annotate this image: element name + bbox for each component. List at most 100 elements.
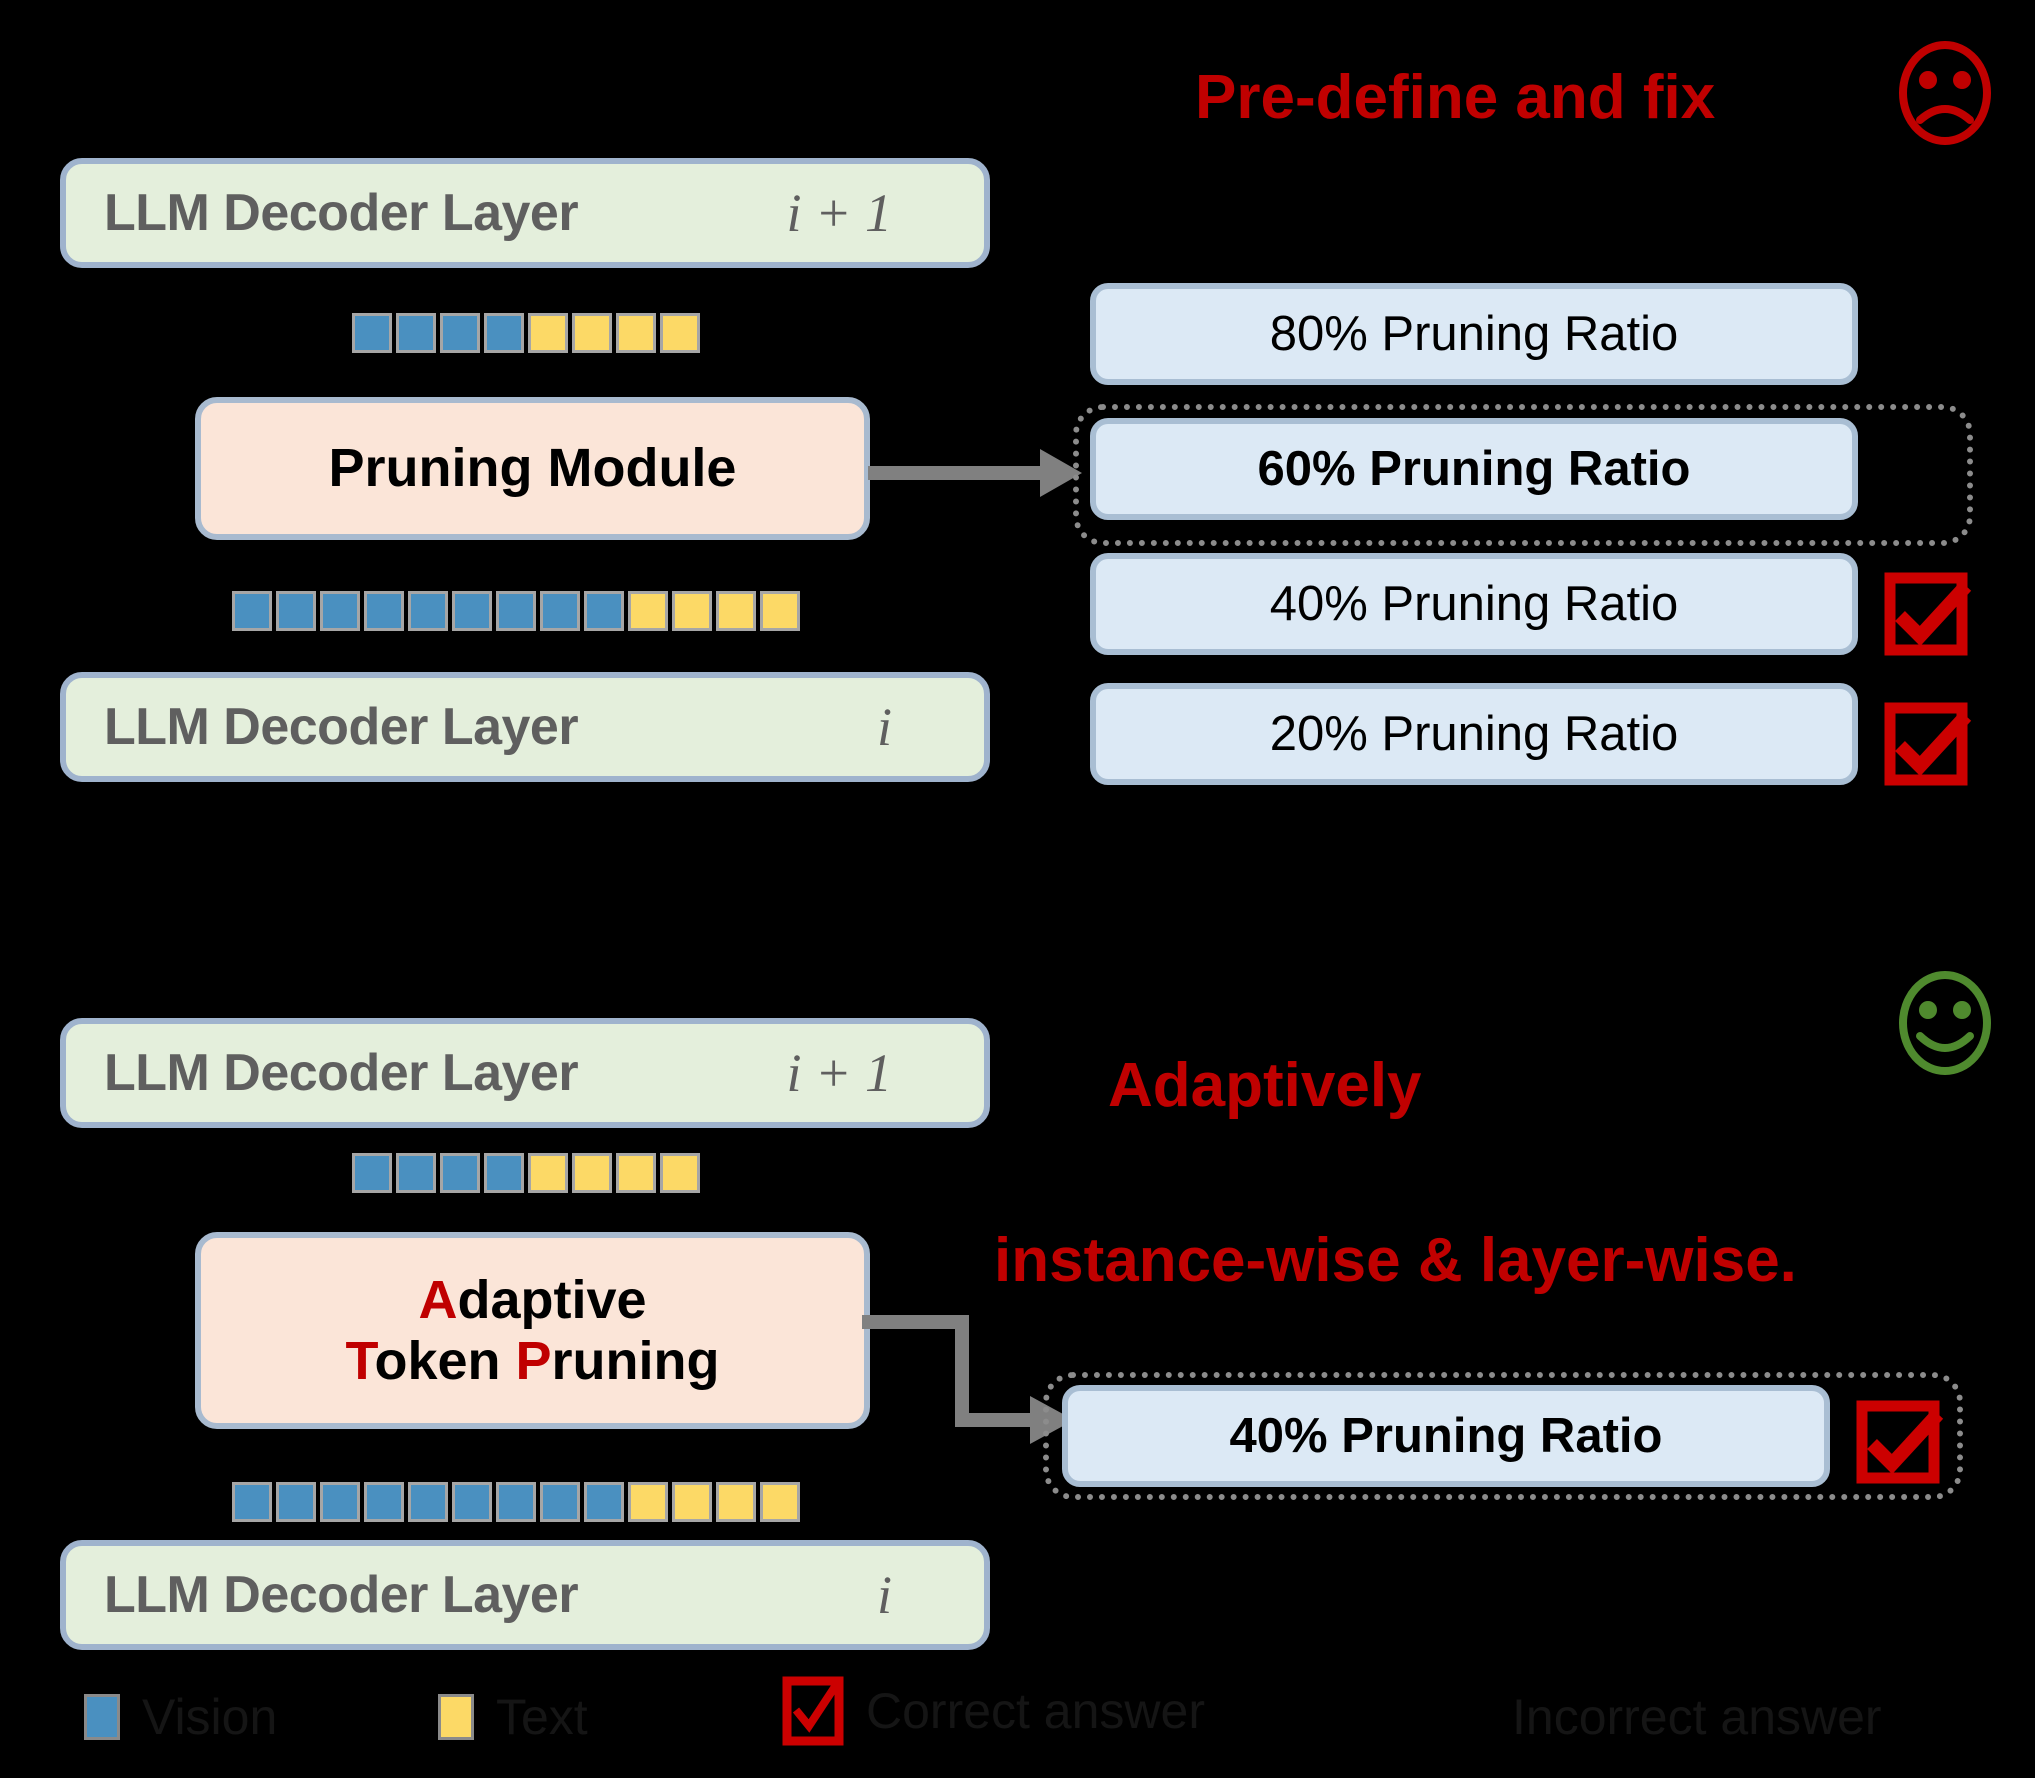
bottom-token-row-lower xyxy=(232,1482,800,1522)
ratio-label: 80% Pruning Ratio xyxy=(1269,307,1679,361)
ratio-label: 20% Pruning Ratio xyxy=(1269,707,1679,761)
vision-token xyxy=(540,591,580,631)
text-token xyxy=(660,313,700,353)
text-token xyxy=(760,591,800,631)
decoder-layer-label: LLM Decoder Layer xyxy=(104,1044,579,1102)
text-token xyxy=(716,1482,756,1522)
decoder-layer-index: i + 1 xyxy=(786,183,892,243)
vision-token xyxy=(276,591,316,631)
module-line1-rest: daptive xyxy=(457,1270,647,1331)
text-token xyxy=(760,1482,800,1522)
highlight-letter-t: T xyxy=(345,1330,375,1391)
vision-token xyxy=(584,591,624,631)
check-icon xyxy=(782,1676,844,1746)
vision-token xyxy=(320,591,360,631)
bottom-panel-headline-line2: instance-wise & layer-wise. xyxy=(994,1226,1797,1295)
vision-token xyxy=(440,1153,480,1193)
sad-face-icon xyxy=(1899,30,2030,160)
decoder-layer-index: i + 1 xyxy=(786,1043,892,1103)
vision-token xyxy=(232,591,272,631)
vision-token xyxy=(452,1482,492,1522)
text-token xyxy=(528,313,568,353)
diagram-canvas: Pre-define and fix LLM Decoder Layer i +… xyxy=(0,0,2035,1778)
vision-token xyxy=(276,1482,316,1522)
decoder-layer-index: i xyxy=(876,1565,892,1625)
vision-token xyxy=(484,1153,524,1193)
top-token-row-upper xyxy=(352,313,700,353)
top-panel-arrow xyxy=(868,443,1088,503)
text-token xyxy=(672,591,712,631)
correct-answer-check-icon xyxy=(1884,572,1976,664)
decoder-layer-index: i xyxy=(876,697,892,757)
vision-token xyxy=(540,1482,580,1522)
legend-label: Text xyxy=(496,1689,588,1745)
pruning-module-box: Pruning Module xyxy=(195,397,870,540)
legend-label: Vision xyxy=(142,1689,278,1745)
decoder-layer-label: LLM Decoder Layer xyxy=(104,698,579,756)
bottom-decoder-layer-upper: LLM Decoder Layer i + 1 xyxy=(60,1018,990,1128)
vision-token xyxy=(496,1482,536,1522)
vision-token xyxy=(396,313,436,353)
adaptive-token-pruning-label: Adaptive Token Pruning xyxy=(345,1270,719,1391)
legend-item-vision: Vision xyxy=(84,1688,277,1746)
bottom-panel-headline-line1: Adaptively xyxy=(1108,1051,1422,1120)
top-token-row-lower xyxy=(232,591,800,631)
vision-token xyxy=(396,1153,436,1193)
highlight-letter-p: P xyxy=(515,1330,552,1391)
vision-token xyxy=(484,313,524,353)
text-token xyxy=(716,591,756,631)
vision-token xyxy=(408,591,448,631)
text-token xyxy=(672,1482,712,1522)
top-panel-headline: Pre-define and fix xyxy=(1195,63,1716,132)
ratio-option-80[interactable]: 80% Pruning Ratio xyxy=(1090,283,1858,385)
module-line2-rest1: oken xyxy=(374,1330,516,1391)
legend-label: Incorrect answer xyxy=(1512,1689,1882,1745)
happy-face-icon xyxy=(1899,960,2030,1090)
text-token xyxy=(528,1153,568,1193)
vision-token xyxy=(496,591,536,631)
ratio-option-40[interactable]: 40% Pruning Ratio xyxy=(1090,553,1858,655)
ratio-label: 40% Pruning Ratio xyxy=(1269,577,1679,631)
top-decoder-layer-upper: LLM Decoder Layer i + 1 xyxy=(60,158,990,268)
legend-item-text: Text xyxy=(438,1688,588,1746)
ratio-label: 60% Pruning Ratio xyxy=(1257,442,1691,496)
vision-token xyxy=(584,1482,624,1522)
vision-token xyxy=(320,1482,360,1522)
text-token xyxy=(572,313,612,353)
ratio-option-60[interactable]: 60% Pruning Ratio xyxy=(1090,418,1858,520)
vision-token xyxy=(232,1482,272,1522)
text-token xyxy=(616,313,656,353)
bottom-decoder-layer-lower: LLM Decoder Layer i xyxy=(60,1540,990,1650)
text-swatch-icon xyxy=(438,1694,474,1740)
legend-label: Correct answer xyxy=(866,1683,1205,1739)
bottom-token-row-upper xyxy=(352,1153,700,1193)
blank-icon xyxy=(1454,1694,1490,1740)
vision-token xyxy=(352,313,392,353)
adaptive-token-pruning-box: Adaptive Token Pruning xyxy=(195,1232,870,1429)
text-token xyxy=(572,1153,612,1193)
legend-item-correct-answer: Correct answer xyxy=(782,1676,1205,1746)
ratio-label: 40% Pruning Ratio xyxy=(1229,1409,1663,1463)
pruning-module-label: Pruning Module xyxy=(328,438,737,499)
vision-swatch-icon xyxy=(84,1694,120,1740)
vision-token xyxy=(352,1153,392,1193)
vision-token xyxy=(440,313,480,353)
text-token xyxy=(616,1153,656,1193)
vision-token xyxy=(364,1482,404,1522)
decoder-layer-label: LLM Decoder Layer xyxy=(104,184,579,242)
highlight-letter-a: A xyxy=(418,1270,458,1331)
legend-item-incorrect-answer: Incorrect answer xyxy=(1454,1688,1882,1746)
correct-answer-check-icon xyxy=(1884,702,1976,794)
text-token xyxy=(628,591,668,631)
ratio-option-20[interactable]: 20% Pruning Ratio xyxy=(1090,683,1858,785)
vision-token xyxy=(364,591,404,631)
module-line2-rest2: runing xyxy=(551,1330,720,1391)
correct-answer-check-icon xyxy=(1856,1400,1948,1492)
text-token xyxy=(660,1153,700,1193)
vision-token xyxy=(452,591,492,631)
decoder-layer-label: LLM Decoder Layer xyxy=(104,1566,579,1624)
vision-token xyxy=(408,1482,448,1522)
top-decoder-layer-lower: LLM Decoder Layer i xyxy=(60,672,990,782)
text-token xyxy=(628,1482,668,1522)
bottom-ratio-option-40[interactable]: 40% Pruning Ratio xyxy=(1062,1385,1830,1487)
